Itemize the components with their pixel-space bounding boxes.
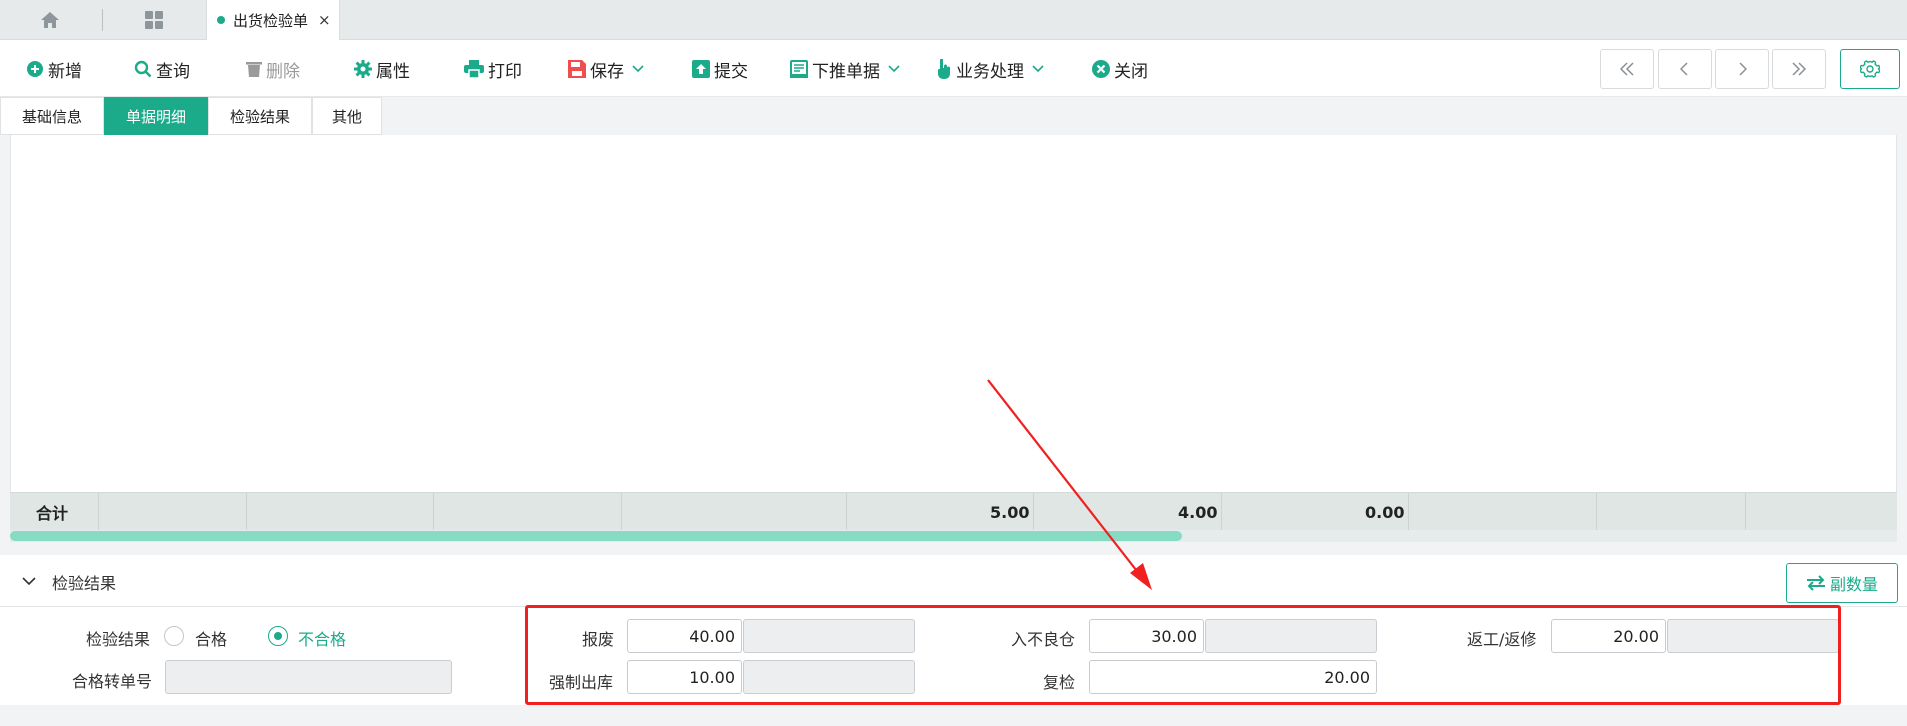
gear-icon: [354, 60, 372, 78]
active-dot-icon: [217, 16, 225, 24]
tab-inspection-result[interactable]: 检验结果: [208, 97, 312, 135]
scrap-qty-field[interactable]: 40.00: [627, 619, 742, 653]
business-process-button[interactable]: 业务处理: [936, 56, 1048, 82]
trash-icon: [246, 62, 262, 77]
inspection-result-label: 检验结果: [86, 630, 151, 649]
recheck-qty-field[interactable]: 20.00: [1089, 660, 1377, 694]
first-record-button[interactable]: [1600, 49, 1654, 89]
plus-circle-icon: [27, 61, 43, 77]
defect-store-sub-field[interactable]: [1205, 619, 1377, 653]
settings-icon: [1860, 60, 1880, 78]
apps-grid-icon[interactable]: [124, 0, 184, 40]
chevron-down-icon[interactable]: [22, 577, 36, 586]
summary-row: 合计 5.00 4.00 0.00: [10, 492, 1897, 531]
summary-value: 0.00: [1365, 502, 1405, 522]
next-page-icon: [1739, 62, 1747, 76]
forced-out-qty-field[interactable]: 10.00: [627, 660, 742, 694]
close-button[interactable]: 关闭: [1092, 56, 1148, 82]
forced-out-label: 强制出库: [549, 673, 614, 692]
push-down-button-label: 下推单据: [812, 61, 880, 82]
properties-button[interactable]: 属性: [354, 56, 410, 82]
window-tab-bar: 出货检验单 ×: [0, 0, 1907, 40]
last-record-button[interactable]: [1772, 49, 1826, 89]
swap-arrows-icon: [1806, 575, 1825, 591]
print-button-label: 打印: [488, 61, 522, 82]
hand-pointer-icon: [938, 59, 950, 79]
business-process-button-label: 业务处理: [956, 61, 1024, 82]
last-page-icon: [1792, 62, 1807, 76]
new-button-label: 新增: [48, 61, 82, 82]
prev-record-button[interactable]: [1658, 49, 1712, 89]
sub-quantity-label: 副数量: [1829, 575, 1878, 594]
new-button[interactable]: 新增: [26, 56, 82, 82]
rework-qty-field[interactable]: 20.00: [1551, 619, 1666, 653]
save-button[interactable]: 保存: [568, 56, 648, 82]
transfer-no-field[interactable]: [165, 660, 452, 694]
delete-button[interactable]: 删除: [246, 56, 300, 82]
tab-label: 出货检验单: [233, 11, 309, 30]
prev-page-icon: [1680, 62, 1688, 76]
radio-fail[interactable]: [268, 626, 288, 646]
tab-outbound-inspection[interactable]: 出货检验单 ×: [206, 0, 340, 40]
sub-quantity-button[interactable]: 副数量: [1786, 563, 1898, 603]
chevron-down-icon: [888, 65, 900, 73]
settings-button[interactable]: [1840, 49, 1900, 89]
summary-value: 4.00: [1178, 502, 1218, 522]
radio-pass-label[interactable]: 合格: [195, 626, 227, 650]
tab-other[interactable]: 其他: [312, 97, 382, 135]
summary-label: 合计: [36, 504, 69, 523]
section-title: 检验结果: [52, 574, 117, 593]
save-button-label: 保存: [590, 61, 624, 82]
push-down-button[interactable]: 下推单据: [790, 56, 904, 82]
tab-separator: [102, 9, 103, 31]
radio-fail-label[interactable]: 不合格: [298, 626, 346, 650]
chevron-down-icon: [1032, 65, 1044, 73]
chevron-down-icon: [632, 65, 644, 73]
footer-strip: [0, 705, 1907, 726]
tab-document-details[interactable]: 单据明细: [104, 97, 208, 135]
next-record-button[interactable]: [1715, 49, 1769, 89]
query-button[interactable]: 查询: [134, 56, 190, 82]
close-button-label: 关闭: [1114, 61, 1148, 82]
transfer-no-label: 合格转单号: [72, 672, 153, 691]
first-page-icon: [1619, 62, 1634, 76]
defect-store-qty-field[interactable]: 30.00: [1089, 619, 1204, 653]
search-icon: [134, 60, 152, 78]
print-button[interactable]: 打印: [464, 56, 522, 82]
inspection-result-header: 检验结果: [0, 555, 1907, 607]
summary-value: 5.00: [990, 502, 1030, 522]
document-icon: [790, 60, 808, 78]
defect-store-label: 入不良仓: [1011, 630, 1076, 649]
properties-button-label: 属性: [376, 61, 410, 82]
rework-label: 返工/返修: [1467, 630, 1537, 649]
printer-icon: [464, 60, 484, 78]
detail-grid: [10, 135, 1897, 542]
recheck-label: 复检: [1043, 673, 1076, 692]
rework-sub-field[interactable]: [1667, 619, 1839, 653]
tab-basic-info[interactable]: 基础信息: [0, 97, 104, 135]
scrap-label: 报废: [582, 630, 615, 649]
close-tab-icon[interactable]: ×: [318, 11, 331, 29]
close-circle-icon: [1092, 60, 1110, 78]
delete-button-label: 删除: [266, 61, 300, 82]
horizontal-scrollbar-thumb[interactable]: [10, 531, 1182, 541]
radio-pass[interactable]: [164, 626, 184, 646]
scrap-sub-field[interactable]: [743, 619, 915, 653]
home-icon[interactable]: [20, 0, 80, 40]
submit-button-label: 提交: [714, 61, 748, 82]
upload-icon: [692, 60, 710, 78]
submit-button[interactable]: 提交: [692, 56, 748, 82]
forced-out-sub-field[interactable]: [743, 660, 915, 694]
save-icon: [568, 60, 586, 78]
query-button-label: 查询: [156, 61, 190, 82]
